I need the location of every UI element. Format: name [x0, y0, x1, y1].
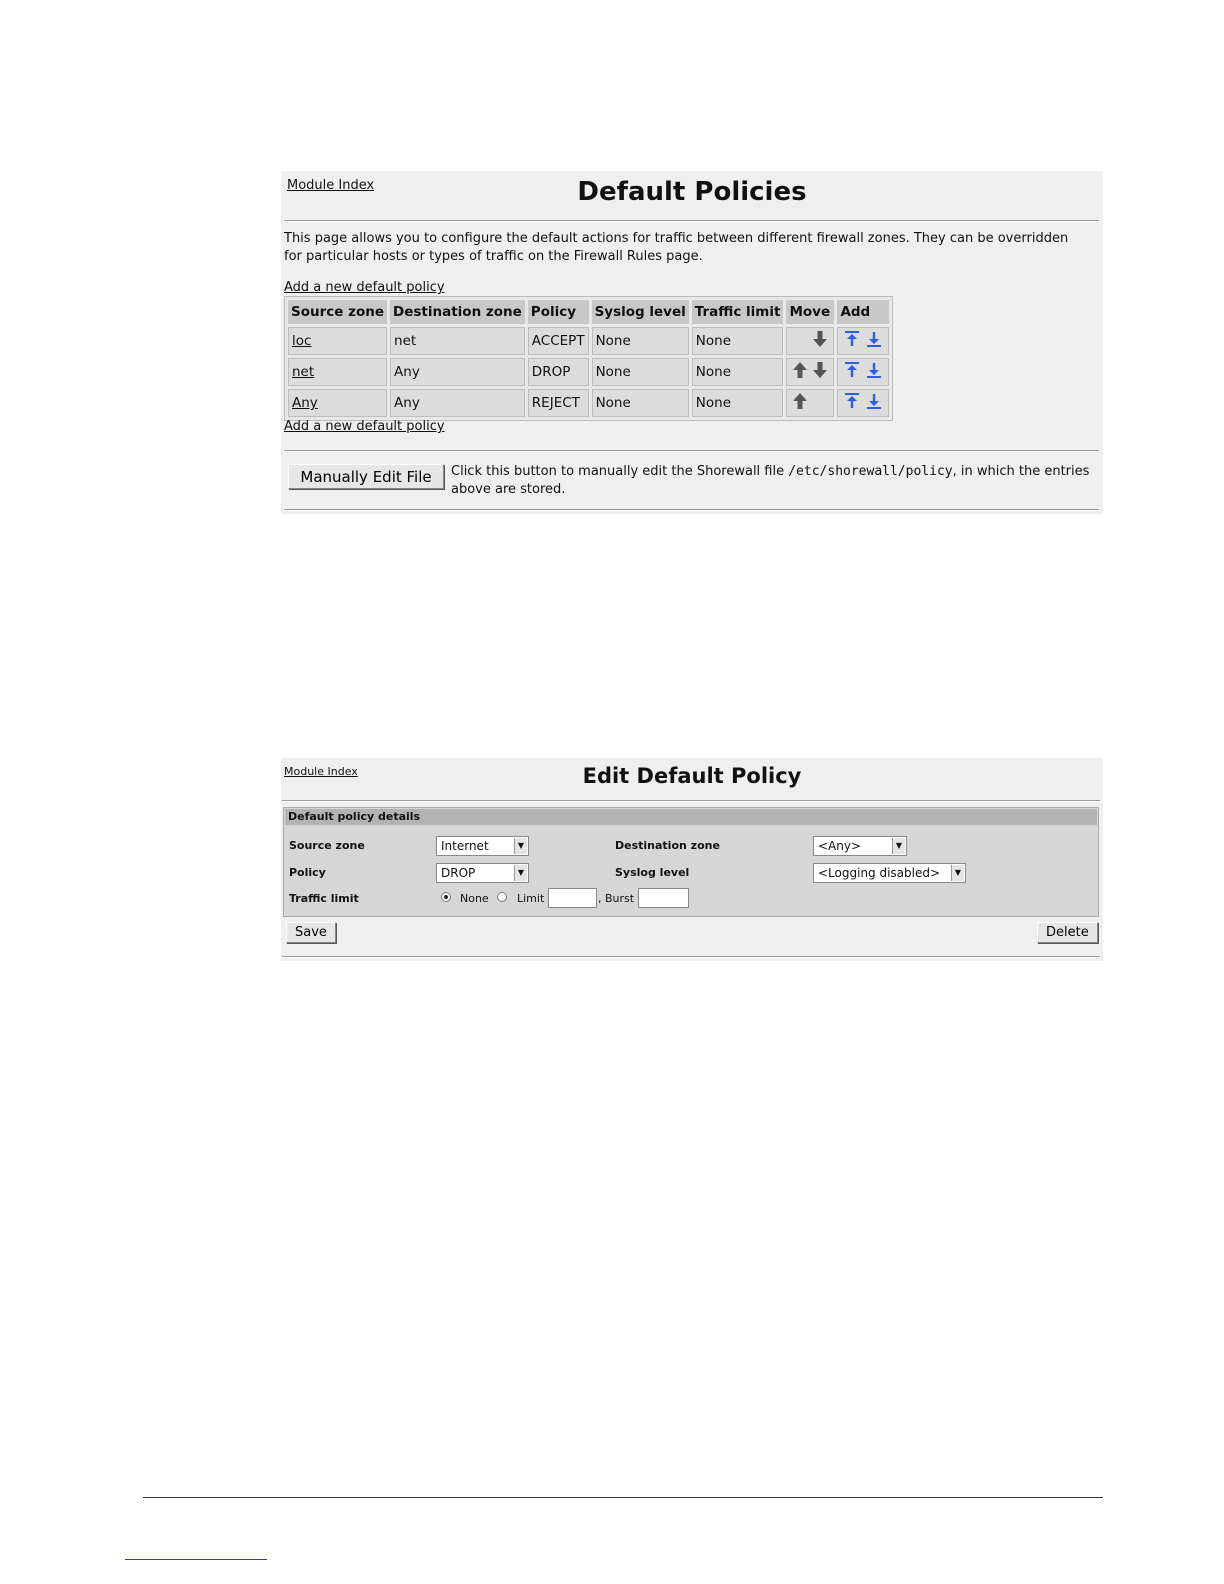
page-description: This page allows you to configure the de…: [284, 231, 1069, 264]
column-header: Source zone: [288, 300, 388, 324]
column-header: Policy: [527, 300, 589, 324]
destination-zone-label: Destination zone: [615, 839, 720, 852]
divider: [284, 509, 1099, 511]
edit-file-description: Click this button to manually edit the S…: [451, 463, 1091, 499]
down-arrow-icon[interactable]: [812, 330, 828, 352]
default-policies-panel: Module Index Default Policies This page …: [281, 171, 1103, 514]
column-header: Destination zone: [390, 300, 525, 324]
table-header-row: Source zone Destination zone Policy Syslog …: [288, 300, 890, 324]
add-above-icon[interactable]: [844, 361, 860, 383]
syslog-level-cell: None: [591, 389, 689, 417]
policies-table: Source zone Destination zone Policy Syslog …: [284, 296, 894, 421]
add-above-icon[interactable]: [844, 392, 860, 414]
source-zone-cell: loc: [288, 327, 388, 355]
destination-zone-value: <Any>: [818, 839, 862, 853]
policy-label: Policy: [289, 866, 326, 879]
column-header: Syslog level: [591, 300, 689, 324]
chevron-down-icon: ▼: [951, 865, 964, 881]
up-arrow-icon[interactable]: [792, 392, 808, 414]
table-row: loc net ACCEPT None None: [288, 327, 890, 355]
move-cell: [786, 358, 835, 386]
policy-cell: DROP: [527, 358, 589, 386]
policy-value: DROP: [441, 866, 476, 880]
delete-button[interactable]: Delete: [1037, 922, 1098, 943]
move-cell: [786, 327, 835, 355]
column-header: Traffic limit: [691, 300, 784, 324]
up-arrow-icon[interactable]: [792, 361, 808, 383]
traffic-limit-none-radio[interactable]: [441, 892, 451, 902]
add-policy-link-bottom[interactable]: Add a new default policy: [284, 419, 445, 434]
chevron-down-icon: ▼: [514, 838, 527, 854]
syslog-level-select[interactable]: <Logging disabled> ▼: [813, 863, 966, 883]
syslog-level-cell: None: [591, 327, 689, 355]
syslog-level-cell: None: [591, 358, 689, 386]
table-row: Any Any REJECT None None: [288, 389, 890, 417]
divider: [284, 450, 1099, 452]
add-below-icon[interactable]: [866, 330, 882, 352]
traffic-limit-label: Traffic limit: [289, 892, 359, 905]
traffic-limit-cell: None: [691, 389, 784, 417]
column-header: Add: [837, 300, 890, 324]
source-zone-link[interactable]: loc: [292, 333, 311, 349]
table-row: net Any DROP None None: [288, 358, 890, 386]
source-zone-cell: Any: [288, 389, 388, 417]
save-button[interactable]: Save: [286, 922, 336, 943]
footer-rule: [143, 1497, 1103, 1498]
syslog-level-label: Syslog level: [615, 866, 690, 879]
add-below-icon[interactable]: [866, 361, 882, 383]
edit-desc-text: Click this button to manually edit the S…: [451, 464, 789, 479]
add-below-icon[interactable]: [866, 392, 882, 414]
burst-input[interactable]: [638, 888, 689, 908]
page-title: Edit Default Policy: [582, 764, 802, 788]
manually-edit-file-button[interactable]: Manually Edit File: [288, 464, 444, 489]
syslog-level-value: <Logging disabled>: [818, 866, 941, 880]
chevron-down-icon: ▼: [514, 865, 527, 881]
policy-cell: REJECT: [527, 389, 589, 417]
destination-zone-cell: Any: [390, 358, 525, 386]
add-policy-link-top[interactable]: Add a new default policy: [284, 280, 445, 295]
source-zone-link[interactable]: net: [292, 364, 314, 380]
policy-select[interactable]: DROP ▼: [436, 863, 529, 883]
destination-zone-select[interactable]: <Any> ▼: [813, 836, 907, 856]
burst-label: , Burst: [598, 892, 635, 905]
add-cell: [837, 327, 890, 355]
traffic-limit-limit-radio[interactable]: [497, 892, 507, 902]
page-title: Default Policies: [577, 177, 807, 207]
divider: [282, 956, 1100, 958]
edit-default-policy-panel: Module Index Edit Default Policy Default…: [281, 758, 1103, 961]
source-zone-select[interactable]: Internet ▼: [436, 836, 529, 856]
radio-limit-label: Limit: [517, 892, 545, 905]
traffic-limit-cell: None: [691, 327, 784, 355]
chevron-down-icon: ▼: [892, 838, 905, 854]
add-cell: [837, 389, 890, 417]
footnote-rule: [125, 1559, 267, 1560]
divider: [284, 220, 1099, 222]
source-zone-link[interactable]: Any: [292, 395, 318, 411]
source-zone-label: Source zone: [289, 839, 365, 852]
policy-details-form: Default policy details Source zone Inter…: [283, 807, 1099, 917]
policy-cell: ACCEPT: [527, 327, 589, 355]
source-zone-cell: net: [288, 358, 388, 386]
source-zone-value: Internet: [441, 839, 489, 853]
section-title: Default policy details: [285, 809, 1097, 825]
destination-zone-cell: Any: [390, 389, 525, 417]
destination-zone-cell: net: [390, 327, 525, 355]
add-cell: [837, 358, 890, 386]
limit-input[interactable]: [548, 888, 597, 908]
down-arrow-icon[interactable]: [812, 361, 828, 383]
move-cell: [786, 389, 835, 417]
column-header: Move: [786, 300, 835, 324]
traffic-limit-cell: None: [691, 358, 784, 386]
policy-file-path: /etc/shorewall/policy: [788, 464, 953, 479]
divider: [282, 800, 1100, 802]
add-above-icon[interactable]: [844, 330, 860, 352]
radio-none-label: None: [460, 892, 489, 905]
